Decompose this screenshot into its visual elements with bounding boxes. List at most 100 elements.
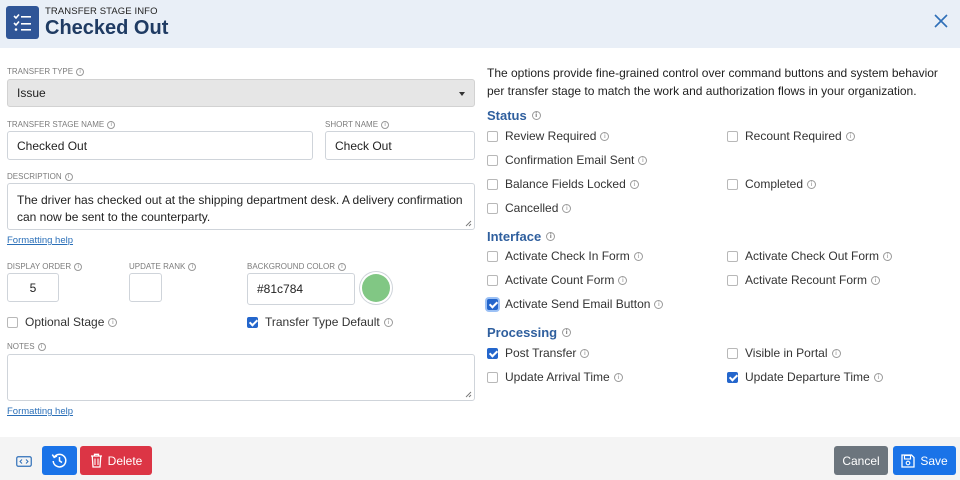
balance-fields-locked-checkbox[interactable]: Balance Fields Locked i	[487, 177, 639, 191]
checkbox-label: Cancelled	[505, 201, 559, 215]
color-swatch[interactable]	[362, 274, 390, 302]
checkbox-box[interactable]	[727, 178, 738, 190]
checkbox-label: Activate Count Form	[505, 273, 615, 287]
options-intro: The options provide fine-grained control…	[487, 66, 938, 98]
checkbox-box[interactable]	[487, 202, 498, 214]
checkbox-label: Visible in Portal	[745, 346, 828, 360]
cancel-button[interactable]: Cancel	[834, 446, 888, 475]
info-icon: i	[546, 232, 556, 241]
checkbox-box[interactable]	[487, 178, 498, 190]
checkbox-box[interactable]	[727, 250, 738, 262]
transfer-type-default-checkbox[interactable]: Transfer Type Default i	[247, 315, 393, 329]
checkbox-label: Confirmation Email Sent	[505, 153, 635, 167]
info-icon: i	[629, 179, 639, 189]
info-icon: i	[600, 131, 610, 141]
checkbox-box[interactable]	[727, 347, 738, 359]
info-icon: i	[107, 120, 116, 129]
update-departure-time-checkbox[interactable]: Update Departure Time i	[727, 370, 883, 384]
activate-send-email-button-checkbox[interactable]: Activate Send Email Button i	[487, 297, 664, 311]
info-icon: i	[871, 275, 881, 285]
review-required-checkbox[interactable]: Review Required i	[487, 129, 610, 143]
info-icon: i	[531, 111, 541, 120]
interface-title-text: Interface	[487, 229, 542, 244]
info-icon: i	[873, 372, 883, 382]
recount-required-checkbox[interactable]: Recount Required i	[727, 129, 855, 143]
activate-check-out-form-checkbox[interactable]: Activate Check Out Form i	[727, 249, 893, 263]
visible-in-portal-checkbox[interactable]: Visible in Portal i	[727, 346, 841, 360]
display-order-label-text: DISPLAY ORDER	[7, 262, 72, 271]
optional-stage-checkbox[interactable]: Optional Stage i	[7, 315, 118, 329]
description-label-text: DESCRIPTION	[7, 172, 62, 181]
checkbox-box[interactable]	[7, 316, 18, 328]
checkbox-box[interactable]	[247, 316, 258, 328]
delete-button[interactable]: Delete	[80, 446, 152, 475]
activate-check-in-form-checkbox[interactable]: Activate Check In Form i	[487, 249, 643, 263]
history-button[interactable]	[42, 446, 77, 475]
resize-handle-icon[interactable]	[465, 391, 472, 398]
cancelled-checkbox[interactable]: Cancelled i	[487, 201, 572, 215]
completed-checkbox[interactable]: Completed i	[727, 177, 817, 191]
notes-textarea[interactable]	[7, 354, 475, 401]
info-icon: i	[74, 262, 83, 271]
history-icon	[51, 453, 67, 468]
stage-name-label-text: TRANSFER STAGE NAME	[7, 120, 105, 129]
display-order-input[interactable]: 5	[7, 273, 59, 302]
short-name-value: Check Out	[335, 138, 392, 153]
processing-title-text: Processing	[487, 325, 558, 340]
interface-section-title: Interface i	[487, 229, 556, 244]
checkbox-label: Activate Check Out Form	[745, 249, 880, 263]
info-icon: i	[108, 317, 118, 327]
checkbox-box[interactable]	[487, 154, 498, 166]
activate-recount-form-checkbox[interactable]: Activate Recount Form i	[727, 273, 881, 287]
transfer-type-value: Issue	[17, 86, 46, 100]
resize-handle-icon[interactable]	[465, 220, 472, 227]
info-icon: i	[562, 328, 572, 337]
checkbox-box[interactable]	[727, 130, 738, 142]
checkbox-box[interactable]	[487, 130, 498, 142]
checkbox-box[interactable]	[487, 347, 498, 359]
background-color-label: BACKGROUND COLOR i	[247, 262, 347, 271]
short-name-input[interactable]: Check Out	[325, 131, 475, 160]
status-title-text: Status	[487, 108, 527, 123]
info-icon: i	[76, 67, 85, 76]
checkbox-label: Completed	[745, 177, 804, 191]
confirmation-email-sent-checkbox[interactable]: Confirmation Email Sent i	[487, 153, 648, 167]
info-icon: i	[580, 348, 590, 358]
save-icon	[901, 453, 915, 468]
checkbox-label: Review Required	[505, 129, 597, 143]
description-value: The driver has checked out at the shippi…	[17, 193, 463, 224]
dialog-header: TRANSFER STAGE INFO Checked Out	[0, 0, 960, 48]
processing-section-title: Processing i	[487, 325, 572, 340]
trash-icon	[90, 453, 102, 468]
notes-label: NOTES i	[7, 342, 46, 351]
close-icon[interactable]	[932, 12, 950, 30]
transfer-type-label: TRANSFER TYPE i	[7, 67, 85, 76]
description-textarea[interactable]: The driver has checked out at the shippi…	[7, 183, 475, 230]
background-color-value: #81c784	[257, 282, 304, 296]
background-color-input[interactable]: #81c784	[247, 273, 355, 305]
stage-name-label: TRANSFER STAGE NAME i	[7, 120, 116, 129]
info-icon: i	[37, 342, 46, 351]
transfer-type-select[interactable]: Issue	[7, 79, 475, 107]
update-arrival-time-checkbox[interactable]: Update Arrival Time i	[487, 370, 623, 384]
formatting-help-link[interactable]: Formatting help	[7, 406, 73, 417]
formatting-help-link[interactable]: Formatting help	[7, 235, 73, 246]
checklist-icon	[6, 6, 39, 39]
stage-name-input[interactable]: Checked Out	[7, 131, 313, 160]
update-rank-input[interactable]	[129, 273, 162, 302]
checkbox-box[interactable]	[727, 274, 738, 286]
checkbox-box[interactable]	[727, 371, 738, 383]
code-icon[interactable]	[16, 454, 32, 467]
checkbox-box[interactable]	[487, 371, 498, 383]
checkbox-box[interactable]	[487, 298, 498, 310]
info-icon: i	[618, 275, 628, 285]
post-transfer-checkbox[interactable]: Post Transfer i	[487, 346, 590, 360]
save-button[interactable]: Save	[893, 446, 956, 475]
dialog-subtitle: TRANSFER STAGE INFO	[45, 6, 158, 17]
checkbox-label: Update Arrival Time	[505, 370, 610, 384]
info-icon: i	[807, 179, 817, 189]
checkbox-box[interactable]	[487, 274, 498, 286]
info-icon: i	[883, 251, 893, 261]
activate-count-form-checkbox[interactable]: Activate Count Form i	[487, 273, 628, 287]
checkbox-box[interactable]	[487, 250, 498, 262]
